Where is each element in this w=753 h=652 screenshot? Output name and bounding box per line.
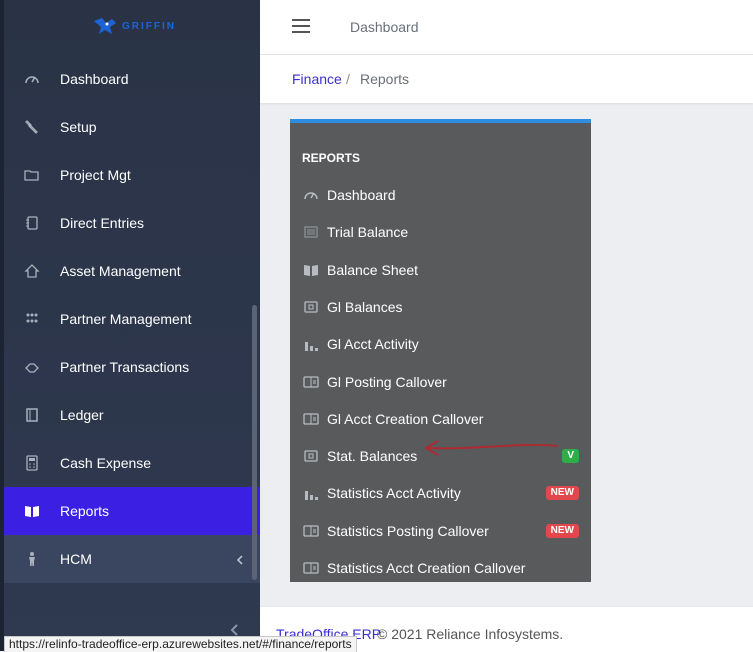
browser-status-url: https://relinfo-tradeoffice-erp.azureweb… [4, 636, 357, 652]
sidebar-scrollbar[interactable] [252, 305, 257, 580]
gauge-icon [24, 71, 40, 87]
house-icon [24, 263, 40, 279]
chevron-left-icon [236, 552, 244, 568]
sidebar-item-label: Cash Expense [60, 455, 152, 471]
sidebar: GRIFFIN Dashboard Setup Project Mgt Dire… [0, 0, 260, 651]
wallet-icon [303, 299, 319, 315]
list-icon [303, 224, 319, 240]
sidebar-item-label: Dashboard [60, 71, 129, 87]
report-item-label: Stat. Balances [327, 448, 418, 464]
wallet-icon [303, 448, 319, 464]
person-icon [24, 551, 40, 567]
wrench-icon [24, 119, 40, 135]
status-badge: V [562, 449, 579, 463]
report-item-trial-balance[interactable]: Trial Balance [290, 217, 591, 247]
notebook-icon [24, 215, 40, 231]
sidebar-item-project-mgt[interactable]: Project Mgt [4, 151, 260, 199]
sidebar-item-hcm[interactable]: HCM [4, 535, 260, 583]
sidebar-item-label: Reports [60, 503, 110, 519]
sidebar-item-label: HCM [60, 551, 92, 567]
report-item-label: Gl Balances [327, 299, 403, 315]
report-item-label: Gl Acct Creation Callover [327, 411, 484, 427]
breadcrumb-current: Reports [360, 71, 410, 87]
griffin-logo-icon [94, 18, 116, 34]
open-book-icon [24, 503, 40, 519]
report-item-gl-acct-activity[interactable]: Gl Acct Activity [290, 329, 591, 359]
reports-heading: REPORTS [302, 151, 361, 165]
logo-text: GRIFFIN [122, 20, 176, 32]
sidebar-item-dashboard[interactable]: Dashboard [4, 55, 260, 103]
card-icon [303, 374, 319, 390]
sidebar-item-label: Direct Entries [60, 215, 145, 231]
report-item-gl-acct-creation-callover[interactable]: Gl Acct Creation Callover [290, 404, 591, 434]
sidebar-item-reports[interactable]: Reports [4, 487, 260, 535]
breadcrumb: Finance / Reports [260, 55, 753, 103]
sidebar-item-partner-management[interactable]: Partner Management [4, 295, 260, 343]
breadcrumb-separator: / [346, 71, 350, 87]
menu-toggle-icon[interactable] [292, 19, 310, 33]
report-item-label: Trial Balance [327, 224, 409, 240]
report-item-label: Dashboard [327, 187, 396, 203]
report-item-label: Gl Acct Activity [327, 336, 419, 352]
top-bar: Dashboard [260, 0, 753, 55]
breadcrumb-finance-link[interactable]: Finance [292, 71, 342, 87]
folder-icon [24, 167, 40, 183]
reports-panel: REPORTS Dashboard Trial Balance Balance … [290, 119, 591, 582]
sidebar-item-label: Partner Transactions [60, 359, 190, 375]
sidebar-item-direct-entries[interactable]: Direct Entries [4, 199, 260, 247]
report-item-label: Statistics Acct Activity [327, 485, 461, 501]
app-logo[interactable]: GRIFFIN [92, 14, 176, 38]
report-item-gl-balances[interactable]: Gl Balances [290, 292, 591, 322]
calculator-icon [24, 455, 40, 471]
book-icon [303, 262, 319, 278]
report-item-balance-sheet[interactable]: Balance Sheet [290, 255, 591, 285]
annotation-arrow [424, 440, 559, 456]
gauge-icon [303, 187, 319, 203]
card-icon [303, 560, 319, 576]
handshake-icon [24, 359, 40, 375]
sidebar-item-cash-expense[interactable]: Cash Expense [4, 439, 260, 487]
sidebar-item-label: Project Mgt [60, 167, 131, 183]
card-icon [303, 411, 319, 427]
report-item-statistics-acct-creation-callover[interactable]: Statistics Acct Creation Callover [290, 553, 591, 583]
report-item-statistics-posting-callover[interactable]: Statistics Posting Callover NEW [290, 516, 591, 546]
sidebar-item-ledger[interactable]: Ledger [4, 391, 260, 439]
report-item-label: Balance Sheet [327, 262, 419, 278]
sidebar-item-label: Setup [60, 119, 97, 135]
page-title: Dashboard [350, 19, 419, 35]
sidebar-item-label: Ledger [60, 407, 104, 423]
report-item-label: Statistics Posting Callover [327, 523, 489, 539]
sidebar-item-label: Asset Management [60, 263, 181, 279]
sidebar-item-setup[interactable]: Setup [4, 103, 260, 151]
bar-chart-icon [303, 336, 319, 352]
new-badge: NEW [545, 486, 579, 500]
footer-copyright: © 2021 Reliance Infosystems. [377, 626, 564, 642]
card-icon [303, 523, 319, 539]
sidebar-item-asset-management[interactable]: Asset Management [4, 247, 260, 295]
report-item-statistics-acct-activity[interactable]: Statistics Acct Activity NEW [290, 478, 591, 508]
new-badge: NEW [545, 524, 579, 538]
report-item-dashboard[interactable]: Dashboard [290, 180, 591, 210]
sidebar-item-partner-transactions[interactable]: Partner Transactions [4, 343, 260, 391]
sidebar-item-label: Partner Management [60, 311, 192, 327]
ledger-book-icon [24, 407, 40, 423]
report-item-gl-posting-callover[interactable]: Gl Posting Callover [290, 367, 591, 397]
people-grid-icon [24, 311, 40, 327]
report-item-label: Statistics Acct Creation Callover [327, 560, 526, 576]
bar-chart-icon [303, 485, 319, 501]
report-item-label: Gl Posting Callover [327, 374, 447, 390]
